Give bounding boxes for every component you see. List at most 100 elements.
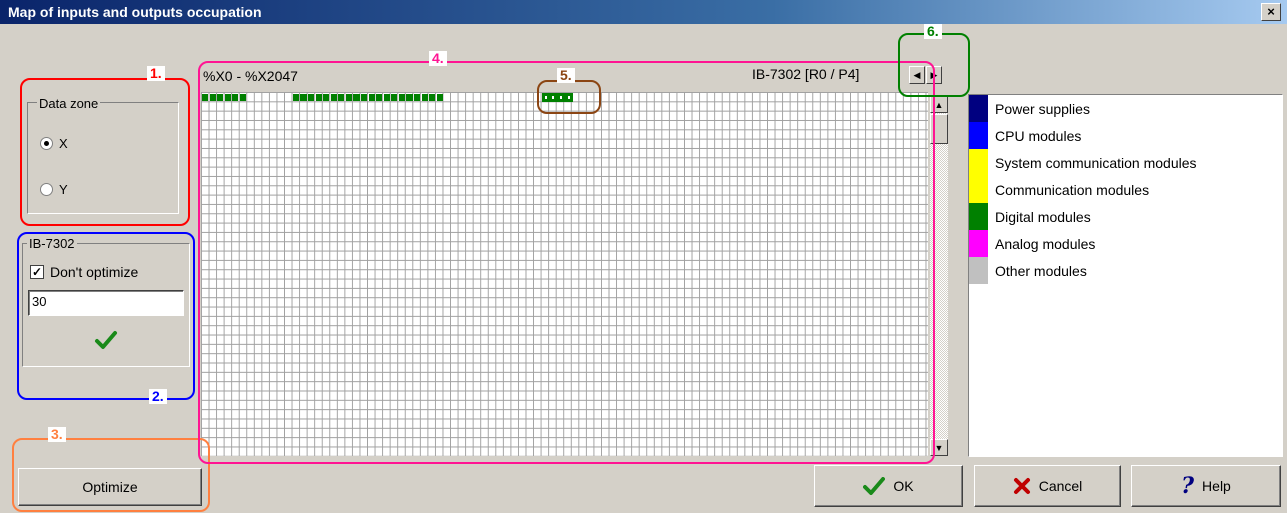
legend-item: Analog modules [969,230,1282,257]
legend-label: System communication modules [995,154,1197,171]
ok-label: OK [893,478,914,494]
occupied-cell[interactable] [232,94,239,101]
legend-item: CPU modules [969,122,1282,149]
legend-swatch [969,149,988,176]
legend-swatch [969,257,988,284]
annotation-1-number: 1. [147,66,165,81]
legend-swatch [969,203,988,230]
occupied-cell[interactable] [421,94,428,101]
data-zone-legend: Data zone [37,96,101,111]
occupied-cell[interactable] [414,94,421,101]
occupied-cell[interactable] [202,94,209,101]
annotation-6-box [898,33,970,97]
annotation-6-number: 6. [924,24,942,39]
arrow-up-icon: ▲ [934,99,944,110]
device-group-legend: IB-7302 [27,236,77,251]
occupied-cell[interactable] [436,94,443,101]
annotation-5-number: 5. [557,68,575,83]
occupied-cell[interactable] [353,94,360,101]
arrow-left-icon: ◀ [913,69,921,80]
occupied-cell[interactable] [330,94,337,101]
prev-device-button[interactable]: ◀ [909,66,925,84]
occupied-cell[interactable] [368,94,375,101]
apply-check-button[interactable] [94,328,118,352]
occupied-cell[interactable] [391,94,398,101]
value-input[interactable]: 30 [28,290,184,316]
occupied-cell[interactable] [361,94,368,101]
selected-cell[interactable] [556,93,565,102]
optimize-button[interactable]: Optimize [18,468,202,506]
occupation-grid[interactable] [201,92,928,456]
legend-label: CPU modules [995,127,1082,144]
arrow-right-icon: ▶ [930,69,938,80]
scroll-down-button[interactable]: ▼ [930,439,948,456]
occupied-cell[interactable] [224,94,231,101]
ok-check-icon [863,477,886,495]
next-device-button[interactable]: ▶ [926,66,942,84]
occupied-cell[interactable] [308,94,315,101]
legend-item: System communication modules [969,149,1282,176]
radio-y[interactable]: Y [40,182,68,197]
legend-label: Power supplies [995,100,1090,117]
selected-cell[interactable] [549,93,558,102]
optimize-label: Optimize [82,479,138,495]
occupied-cell[interactable] [383,94,390,101]
annotation-4-number: 4. [429,51,447,66]
legend-item: Communication modules [969,176,1282,203]
help-question-icon: ? [1181,473,1195,499]
occupied-cell[interactable] [376,94,383,101]
window-title: Map of inputs and outputs occupation [8,4,262,20]
annotation-2-number: 2. [149,389,167,404]
title-bar: Map of inputs and outputs occupation × [0,0,1287,24]
occupied-cell[interactable] [323,94,330,101]
legend-label: Communication modules [995,181,1150,198]
annotation-3-number: 3. [48,427,66,442]
occupied-cell[interactable] [217,94,224,101]
occupied-cell[interactable] [406,94,413,101]
data-zone-group [27,102,179,214]
help-label: Help [1202,478,1231,494]
radio-x-dot [40,137,53,150]
help-button[interactable]: ? Help [1131,465,1281,507]
radio-x-label: X [59,136,68,151]
occupied-cell[interactable] [398,94,405,101]
map-range-label: %X0 - %X2047 [203,68,298,84]
occupied-cell[interactable] [300,94,307,101]
radio-x[interactable]: X [40,136,68,151]
cancel-button[interactable]: Cancel [974,465,1121,507]
occupied-cell[interactable] [209,94,216,101]
module-legend-list: Power supplies CPU modules System communic… [968,94,1283,457]
legend-swatch [969,230,988,257]
legend-swatch [969,122,988,149]
occupied-cell[interactable] [345,94,352,101]
legend-label: Digital modules [995,208,1091,225]
dont-optimize-label: Don't optimize [50,264,139,280]
selected-cell[interactable] [541,93,550,102]
legend-item: Other modules [969,257,1282,284]
scroll-up-button[interactable]: ▲ [930,96,948,113]
dont-optimize-checkbox[interactable]: ✓ Don't optimize [30,264,138,280]
occupied-cell[interactable] [239,94,246,101]
check-icon: ✓ [30,265,44,279]
selected-cell[interactable] [564,93,573,102]
checkmark-icon [95,331,117,349]
cancel-label: Cancel [1038,478,1083,494]
grid-scrollbar[interactable]: ▲ ▼ [930,96,948,456]
occupied-cell[interactable] [338,94,345,101]
ok-button[interactable]: OK [814,465,963,507]
radio-y-dot [40,183,53,196]
scroll-thumb[interactable] [930,114,948,144]
occupied-cell[interactable] [315,94,322,101]
occupied-cell[interactable] [292,94,299,101]
cancel-x-icon [1013,478,1030,494]
radio-y-label: Y [59,182,68,197]
close-button[interactable]: × [1261,3,1281,21]
occupied-cell[interactable] [429,94,436,101]
map-device-label: IB-7302 [R0 / P4] [752,66,860,82]
legend-swatch [969,95,988,122]
legend-label: Analog modules [995,235,1096,252]
arrow-down-icon: ▼ [934,442,944,453]
legend-label: Other modules [995,262,1087,279]
legend-item: Digital modules [969,203,1282,230]
legend-swatch [969,176,988,203]
